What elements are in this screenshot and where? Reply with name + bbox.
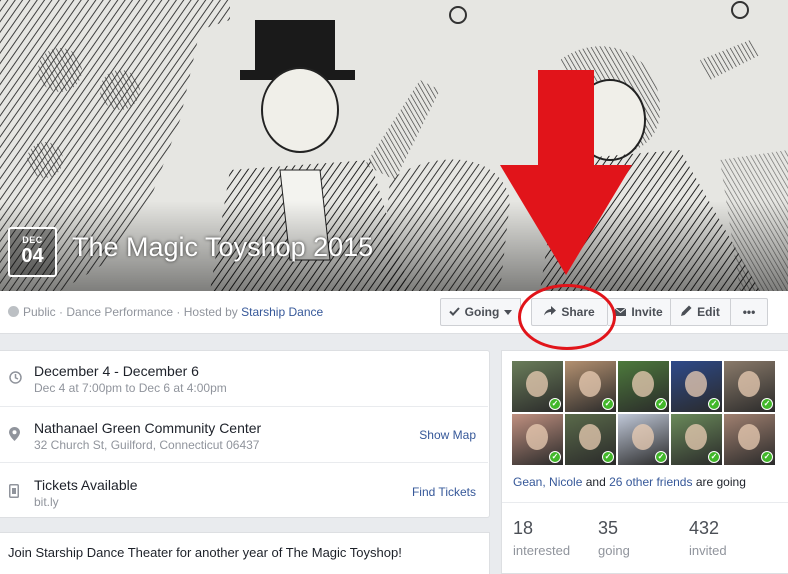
- guest-avatar[interactable]: ✓: [724, 361, 775, 412]
- guest-avatar[interactable]: ✓: [565, 414, 616, 465]
- date-month: DEC: [22, 235, 43, 245]
- stat-going[interactable]: 35 going: [598, 518, 630, 558]
- stat-invited[interactable]: 432 invited: [689, 518, 727, 558]
- event-meta: Public · Dance Performance · Hosted by S…: [8, 305, 323, 319]
- chevron-down-icon: [504, 309, 513, 315]
- tickets-row: Tickets Available bit.ly Find Tickets: [0, 463, 488, 518]
- check-icon: [448, 305, 460, 319]
- avatar-face: [632, 424, 654, 450]
- find-tickets-link[interactable]: Find Tickets: [412, 485, 476, 499]
- friends-going-text: Gean, Nicole and 26 other friends are go…: [513, 475, 746, 489]
- guest-avatar[interactable]: ✓: [618, 414, 669, 465]
- ticket-icon: [9, 484, 21, 498]
- stat-invited-label: invited: [689, 543, 727, 558]
- invite-label: Invite: [631, 305, 663, 319]
- going-suffix: are going: [695, 475, 746, 489]
- going-check-icon: ✓: [602, 451, 614, 463]
- event-details-card: December 4 - December 6 Dec 4 at 7:00pm …: [0, 350, 490, 518]
- stat-going-count: 35: [598, 518, 619, 538]
- guest-avatar[interactable]: ✓: [618, 361, 669, 412]
- red-arrow-annotation: [500, 70, 632, 275]
- venue-name[interactable]: Nathanael Green Community Center: [34, 420, 261, 436]
- guest-avatars-grid: ✓ ✓ ✓ ✓ ✓ ✓ ✓ ✓ ✓ ✓: [512, 361, 775, 465]
- avatar-face: [526, 424, 548, 450]
- tickets-title: Tickets Available: [34, 477, 138, 493]
- guest-avatar[interactable]: ✓: [671, 414, 722, 465]
- guest-avatar[interactable]: ✓: [671, 361, 722, 412]
- going-check-icon: ✓: [708, 398, 720, 410]
- guest-avatar[interactable]: ✓: [512, 414, 563, 465]
- privacy-label: Public: [23, 305, 56, 319]
- event-description-card: Join Starship Dance Theater for another …: [0, 532, 490, 574]
- host-link[interactable]: Starship Dance: [241, 305, 323, 319]
- avatar-face: [579, 371, 601, 397]
- avatar-face: [685, 424, 707, 450]
- stat-interested-label: interested: [513, 543, 571, 558]
- going-check-icon: ✓: [761, 451, 773, 463]
- going-button[interactable]: Going: [440, 298, 521, 326]
- envelope-icon: [615, 305, 627, 319]
- date-time-detail: Dec 4 at 7:00pm to Dec 6 at 4:00pm: [34, 381, 227, 395]
- going-label: Going: [464, 305, 500, 319]
- guest-avatar[interactable]: ✓: [565, 361, 616, 412]
- category-label: Dance Performance: [66, 305, 174, 319]
- stat-going-label: going: [598, 543, 630, 558]
- avatar-face: [632, 371, 654, 397]
- and-text: and: [585, 475, 606, 489]
- event-date-badge: DEC 04: [8, 227, 57, 277]
- stat-interested[interactable]: 18 interested: [513, 518, 570, 558]
- guest-avatar[interactable]: ✓: [724, 414, 775, 465]
- going-check-icon: ✓: [708, 451, 720, 463]
- venue-address: 32 Church St, Guilford, Connecticut 0643…: [34, 438, 260, 452]
- red-circle-annotation: [518, 284, 616, 350]
- guest-avatar[interactable]: ✓: [512, 361, 563, 412]
- invite-button[interactable]: Invite: [608, 298, 671, 326]
- avatar-face: [579, 424, 601, 450]
- date-day: 04: [21, 245, 44, 267]
- going-check-icon: ✓: [602, 398, 614, 410]
- date-range: December 4 - December 6: [34, 363, 199, 379]
- going-check-icon: ✓: [761, 398, 773, 410]
- pencil-icon: [681, 305, 692, 319]
- stat-interested-count: 18: [513, 518, 534, 538]
- avatar-face: [526, 371, 548, 397]
- stats-divider: [502, 502, 788, 503]
- more-options-button[interactable]: •••: [731, 298, 768, 326]
- going-check-icon: ✓: [549, 451, 561, 463]
- friend-names-link[interactable]: Gean, Nicole: [513, 475, 582, 489]
- stat-invited-count: 432: [689, 518, 720, 538]
- other-friends-link[interactable]: 26 other friends: [609, 475, 692, 489]
- venue-row: Nathanael Green Community Center 32 Chur…: [0, 407, 488, 463]
- globe-icon: [8, 306, 19, 317]
- tickets-source[interactable]: bit.ly: [34, 495, 59, 509]
- more-icon: •••: [742, 305, 756, 319]
- going-check-icon: ✓: [655, 451, 667, 463]
- location-pin-icon: [9, 427, 21, 441]
- show-map-link[interactable]: Show Map: [419, 428, 476, 442]
- date-row: December 4 - December 6 Dec 4 at 7:00pm …: [0, 351, 488, 407]
- going-check-icon: ✓: [655, 398, 667, 410]
- clock-icon: [9, 371, 22, 385]
- edit-label: Edit: [697, 305, 720, 319]
- edit-button[interactable]: Edit: [671, 298, 731, 326]
- avatar-face: [685, 371, 707, 397]
- hosted-by-label: Hosted by: [183, 305, 238, 319]
- event-title: The Magic Toyshop 2015: [72, 232, 374, 262]
- event-description: Join Starship Dance Theater for another …: [8, 545, 402, 560]
- going-check-icon: ✓: [549, 398, 561, 410]
- avatar-face: [738, 371, 760, 397]
- avatar-face: [738, 424, 760, 450]
- guests-card: ✓ ✓ ✓ ✓ ✓ ✓ ✓ ✓ ✓ ✓ Gean, Nicole and 26 other fri…: [501, 350, 788, 574]
